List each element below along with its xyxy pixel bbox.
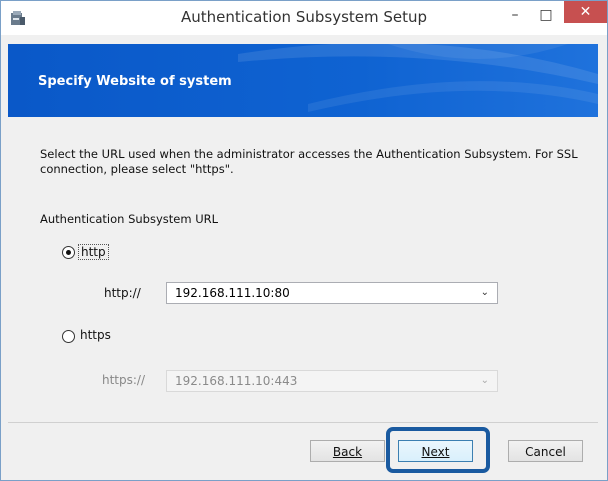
close-button[interactable]: ✕ [564,1,607,23]
minimize-button[interactable]: – [501,4,529,26]
cancel-button[interactable]: Cancel [508,440,583,462]
https-field-label: https:// [102,373,146,387]
https-radio[interactable] [62,330,75,343]
content-area: Select the URL used when the administrat… [8,117,598,422]
http-field-label: http:// [104,286,141,300]
header-banner: Specify Website of system [8,44,598,117]
back-button[interactable]: Back [310,440,385,462]
cancel-button-label: Cancel [525,445,566,459]
http-url-value: 192.168.111.10:80 [175,286,290,300]
chevron-down-icon: ⌄ [480,375,489,386]
chevron-down-icon: ⌄ [480,287,489,298]
back-button-label: Back [332,445,363,459]
http-radio-label[interactable]: http [78,244,109,260]
page-title: Specify Website of system [38,74,232,89]
maximize-button[interactable]: □ [532,4,560,26]
url-group-label: Authentication Subsystem URL [40,212,219,226]
title-bar: Authentication Subsystem Setup – □ ✕ [1,1,607,35]
http-url-select[interactable]: 192.168.111.10:80 ⌄ [166,282,498,304]
https-url-select: 192.168.111.10:443 ⌄ [166,370,498,392]
instruction-text: Select the URL used when the administrat… [40,147,578,176]
https-url-value: 192.168.111.10:443 [175,374,298,388]
next-button-highlight [386,427,490,473]
http-radio[interactable] [62,246,75,259]
https-radio-label[interactable]: https [80,328,111,342]
